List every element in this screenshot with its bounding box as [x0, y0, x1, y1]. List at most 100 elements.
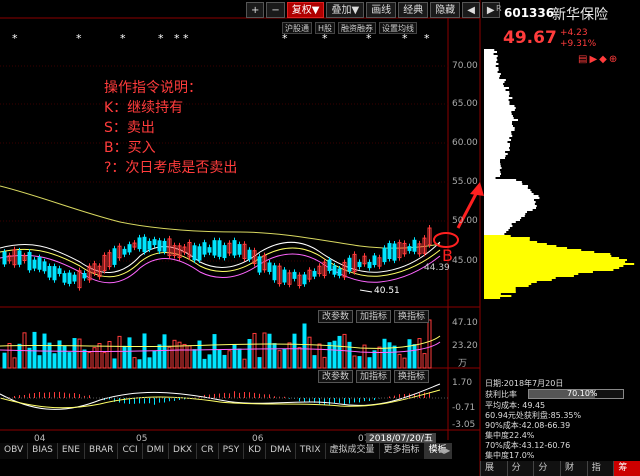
- candle-body: [72, 274, 77, 282]
- add-indicator-button[interactable]: 加指标: [356, 310, 392, 323]
- candle-body: [237, 244, 242, 255]
- candle-body: [257, 256, 262, 273]
- volume-bar: [267, 333, 272, 369]
- tab-kd[interactable]: KD: [244, 443, 267, 459]
- signal-star-icon: *: [402, 32, 408, 45]
- volume-bar: [152, 350, 157, 369]
- candle-body: [382, 247, 387, 263]
- volume-bar: [327, 342, 332, 369]
- signal-star-icon: *: [282, 32, 288, 45]
- signal-star-icon: * *: [174, 32, 189, 45]
- tab-bias[interactable]: BIAS: [28, 443, 58, 459]
- candle-body: [37, 257, 42, 270]
- chip-tool-icons[interactable]: ▤▶◆⊕: [578, 54, 619, 65]
- signal-star-icon: *: [158, 32, 164, 45]
- candle-body: [142, 236, 147, 253]
- instruction-legend: 操作指令说明： K：继续持有 S：卖出 B：买入 ?：次日考虑是否卖出: [104, 78, 237, 178]
- tab-dmi[interactable]: DMI: [142, 443, 170, 459]
- candle-body: [387, 243, 392, 260]
- volume-bar: [2, 352, 7, 369]
- switch-indicator-button[interactable]: 换指标: [394, 310, 430, 323]
- candle-body: [292, 271, 297, 279]
- candle-body: [47, 265, 52, 278]
- candle-body: [42, 261, 47, 272]
- volume-bar: [407, 339, 412, 369]
- switch-indicator-button[interactable]: 换指标: [394, 370, 430, 383]
- candle-body: [332, 265, 337, 275]
- candle-body: [32, 259, 37, 269]
- top-toolbar: + − 复权▼ 叠加▼ 画线 经典 隐藏 ◀ ▶: [246, 2, 500, 18]
- instruction-line: S：卖出: [104, 120, 155, 136]
- candle-body: [202, 242, 207, 255]
- zoom-in-button[interactable]: +: [246, 2, 265, 18]
- candle-body: [282, 269, 287, 283]
- tab-financials[interactable]: 财务: [560, 461, 587, 476]
- hide-button[interactable]: 隐藏: [430, 2, 461, 18]
- volume-bar: [97, 343, 102, 369]
- tab-cr[interactable]: CR: [197, 443, 219, 459]
- volume-bar: [32, 331, 37, 369]
- adjust-rights-button[interactable]: 复权▼: [286, 2, 325, 18]
- profit-ratio-label: 获利比率: [485, 390, 517, 399]
- volume-bar: [77, 338, 82, 369]
- price-axis-label: 65.00: [452, 99, 478, 109]
- tab-dkx[interactable]: DKX: [169, 443, 198, 459]
- volume-bar: [102, 352, 107, 369]
- profit-ratio-bar: 70.10%: [528, 389, 624, 399]
- set-ma-button[interactable]: 设置均线: [379, 22, 418, 34]
- instruction-line: K：继续持有: [104, 100, 184, 116]
- instruction-line: ?：次日考虑是否卖出: [104, 160, 238, 176]
- classic-button[interactable]: 经典: [398, 2, 429, 18]
- volume-bar: [87, 352, 92, 369]
- tab-ene[interactable]: ENE: [57, 443, 85, 459]
- volume-bar: [17, 343, 22, 369]
- scroll-arrows[interactable]: ◀▶: [438, 446, 450, 455]
- change-params-button[interactable]: 改参数: [318, 310, 354, 323]
- volume-bar: [277, 350, 282, 369]
- prev-arrow-icon[interactable]: ◀: [462, 2, 480, 18]
- tab-ticks[interactable]: 分笔: [506, 461, 534, 476]
- tab-cci[interactable]: CCI: [118, 443, 143, 459]
- tab-chips[interactable]: 筹码: [613, 461, 640, 476]
- volume-bar: [222, 354, 227, 369]
- overlay-button[interactable]: 叠加▼: [326, 2, 365, 18]
- tab-more-indicators[interactable]: 更多指标: [379, 443, 425, 459]
- tab-psy[interactable]: PSY: [218, 443, 245, 459]
- candle-body: [212, 240, 217, 256]
- candle-body: [392, 243, 397, 261]
- tab-brar[interactable]: BRAR: [84, 443, 119, 459]
- volume-bar: [217, 349, 222, 369]
- tab-obv[interactable]: OBV: [0, 443, 29, 459]
- volume-bar: [397, 353, 402, 369]
- candle-body: [247, 249, 252, 260]
- macd-axis-label: 1.70: [452, 378, 473, 388]
- price-axis-label: 60.00: [452, 138, 478, 148]
- add-indicator-button[interactable]: 加指标: [356, 370, 392, 383]
- volume-axis-label: 23.20: [452, 341, 478, 351]
- candlesticks: [2, 225, 432, 291]
- draw-line-button[interactable]: 画线: [366, 2, 397, 18]
- tab-virtual-volume[interactable]: 虚拟成交量: [325, 443, 380, 459]
- volume-bar: [352, 355, 357, 369]
- price-axis-label: 70.00: [452, 61, 478, 71]
- instruction-title: 操作指令说明：: [104, 80, 202, 96]
- signal-star-icon: *: [366, 32, 372, 45]
- tab-price-distribution[interactable]: 分价: [533, 461, 561, 476]
- tab-expand[interactable]: 展开: [480, 461, 507, 476]
- candle-body: [407, 246, 412, 252]
- volume-bar: [147, 357, 152, 369]
- volume-bar: [192, 349, 197, 369]
- candle-body: [17, 250, 22, 265]
- change-params-button[interactable]: 改参数: [318, 370, 354, 383]
- tab-dma[interactable]: DMA: [266, 443, 296, 459]
- zoom-out-button[interactable]: −: [266, 2, 285, 18]
- volume-bar: [72, 338, 77, 369]
- candle-body: [57, 268, 62, 274]
- tab-index[interactable]: 指数: [586, 461, 614, 476]
- volume-bar: [132, 357, 137, 369]
- volume-bar: [202, 358, 207, 369]
- tab-trix[interactable]: TRIX: [295, 443, 326, 459]
- candle-body: [267, 262, 272, 272]
- candle-body: [2, 251, 7, 265]
- volume-bar: [412, 344, 417, 369]
